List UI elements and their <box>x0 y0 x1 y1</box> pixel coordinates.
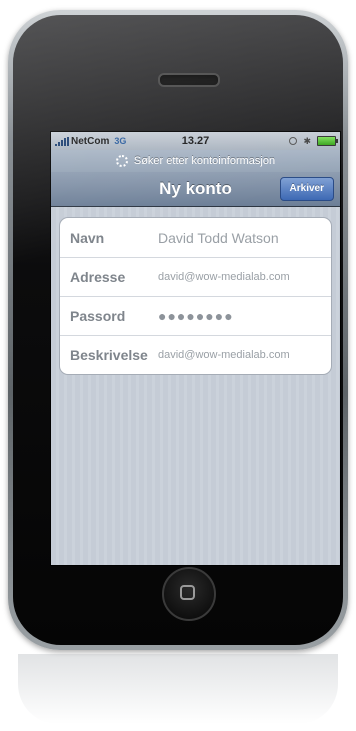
battery-icon <box>317 136 338 146</box>
description-row[interactable]: Beskrivelse david@wow-medialab.com <box>60 335 331 374</box>
screen: NetCom 3G 13.27 ✱ Søker etter kontoinfor… <box>50 131 341 566</box>
iphone-device: NetCom 3G 13.27 ✱ Søker etter kontoinfor… <box>8 10 348 650</box>
password-field[interactable]: ●●●●●●●● <box>158 308 234 324</box>
address-label: Adresse <box>70 269 126 285</box>
save-button[interactable]: Arkiver <box>279 177 334 201</box>
status-bar: NetCom 3G 13.27 ✱ <box>51 132 340 150</box>
orientation-lock-icon <box>289 137 298 145</box>
phone-bezel: NetCom 3G 13.27 ✱ Søker etter kontoinfor… <box>13 15 343 645</box>
spinner-icon <box>115 155 128 167</box>
carrier-name: NetCom <box>71 135 110 147</box>
prompt-text: Søker etter kontoinformasjon <box>133 155 276 167</box>
name-row[interactable]: Navn David Todd Watson <box>60 218 331 257</box>
password-row[interactable]: Passord ●●●●●●●● <box>60 296 331 335</box>
name-label: Navn <box>70 229 105 246</box>
description-field[interactable]: david@wow-medialab.com <box>158 349 290 361</box>
address-field[interactable]: david@wow-medialab.com <box>158 271 290 283</box>
network-type: 3G <box>114 136 127 146</box>
earpiece-speaker <box>158 73 220 87</box>
bluetooth-icon: ✱ <box>303 135 311 146</box>
page-title: Ny konto <box>159 179 232 198</box>
password-label: Passord <box>70 308 126 324</box>
signal-bars-icon <box>55 136 69 146</box>
navigation-bar: Ny konto Arkiver <box>51 172 340 207</box>
name-field[interactable]: David Todd Watson <box>158 230 279 246</box>
address-row[interactable]: Adresse david@wow-medialab.com <box>60 257 331 296</box>
account-form-group: Navn David Todd Watson Adresse david@wow… <box>59 217 332 375</box>
searching-prompt: Søker etter kontoinformasjon <box>51 150 340 172</box>
description-label: Beskrivelse <box>70 347 148 363</box>
home-button-icon <box>180 585 195 600</box>
device-reflection <box>18 654 338 724</box>
home-button[interactable] <box>162 567 216 621</box>
form-content: Navn David Todd Watson Adresse david@wow… <box>51 207 340 565</box>
